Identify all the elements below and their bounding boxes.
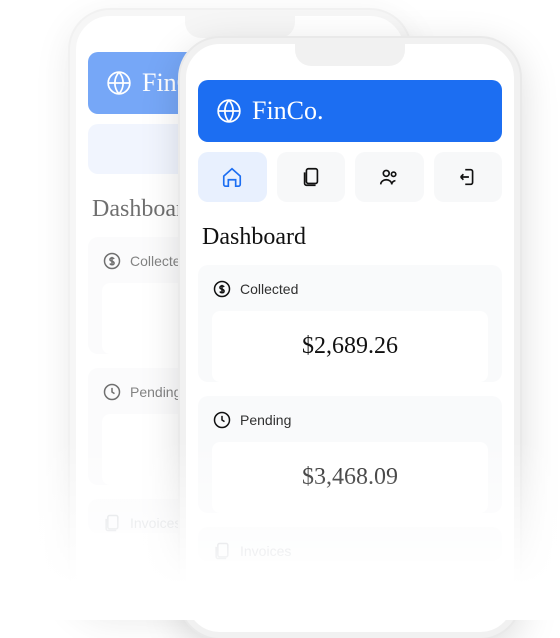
phone-mockup-front: FinCo. Dashboard Collected $2,689.2 — [180, 38, 520, 638]
brand-name: FinCo. — [252, 96, 324, 126]
globe-icon — [216, 98, 242, 124]
home-icon — [221, 166, 243, 188]
card-invoices: Invoices — [198, 527, 502, 561]
card-label: Invoices — [240, 543, 291, 559]
collected-value: $2,689.26 — [302, 333, 398, 359]
dollar-icon — [212, 279, 232, 299]
nav-bar — [198, 152, 502, 202]
card-collected: Collected $2,689.26 — [198, 265, 502, 382]
dollar-icon — [102, 251, 122, 271]
card-label: Pending — [130, 384, 181, 400]
clock-icon — [102, 382, 122, 402]
nav-home[interactable] — [198, 152, 267, 202]
globe-icon — [106, 70, 132, 96]
logout-icon — [457, 166, 479, 188]
card-label: Invoices — [130, 515, 181, 531]
card-label: Pending — [240, 412, 291, 428]
nav-logout[interactable] — [434, 152, 503, 202]
users-icon — [378, 166, 400, 188]
phone-notch — [185, 16, 295, 38]
phone-notch — [295, 44, 405, 66]
document-icon — [212, 541, 232, 561]
app-header: FinCo. — [198, 80, 502, 142]
pending-value: $3,468.09 — [302, 464, 398, 490]
document-icon — [300, 166, 322, 188]
nav-documents[interactable] — [277, 152, 346, 202]
card-label: Collected — [240, 281, 298, 297]
card-pending: Pending $3,468.09 — [198, 396, 502, 513]
clock-icon — [212, 410, 232, 430]
page-title: Dashboard — [202, 224, 498, 251]
document-icon — [102, 513, 122, 533]
nav-users[interactable] — [355, 152, 424, 202]
